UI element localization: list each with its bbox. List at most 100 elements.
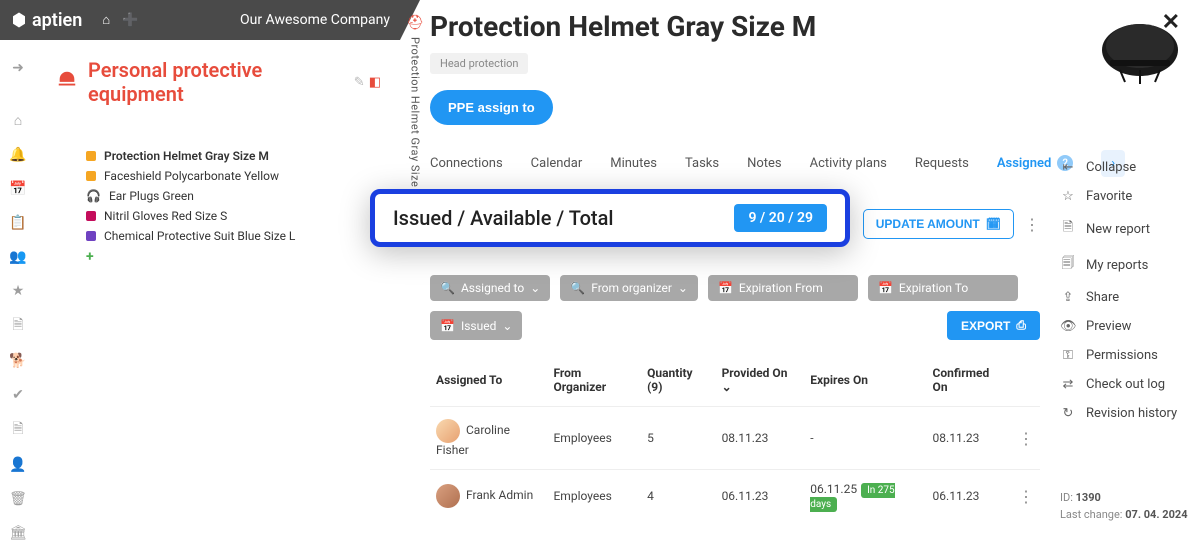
close-icon[interactable]: ✕ bbox=[1162, 10, 1180, 35]
left-panel-title: Personal protective equipment bbox=[88, 58, 344, 106]
stock-highlight: Issued / Available / Total 9 / 20 / 29 bbox=[370, 189, 850, 247]
action-revision-history[interactable]: ↻Revision history bbox=[1060, 406, 1190, 421]
filter-icon[interactable]: ◧ bbox=[369, 75, 381, 90]
calendar-icon: 📅 bbox=[878, 281, 893, 295]
pencil-icon[interactable]: ✎ bbox=[354, 75, 365, 90]
login-icon[interactable]: ➜ bbox=[9, 60, 27, 76]
tab-calendar[interactable]: Calendar bbox=[531, 150, 583, 177]
swatch-icon bbox=[86, 231, 96, 241]
col-expires[interactable]: Expires On bbox=[804, 358, 926, 407]
col-qty[interactable]: Quantity (9) bbox=[641, 358, 715, 407]
action-label: Collapse bbox=[1086, 160, 1136, 175]
col-provided-label: Provided On bbox=[722, 366, 788, 380]
col-assigned[interactable]: Assigned To bbox=[430, 358, 547, 407]
action-my-reports[interactable]: 🗐My reports bbox=[1060, 254, 1190, 276]
cell-from: Employees bbox=[547, 407, 641, 470]
ppe-list-item[interactable]: Protection Helmet Gray Size M bbox=[86, 146, 381, 166]
logo-icon bbox=[10, 11, 28, 29]
update-amount-label: UPDATE AMOUNT bbox=[876, 217, 980, 231]
trash-icon[interactable]: 🗑 bbox=[9, 491, 27, 507]
days-badge: In 275 days bbox=[810, 483, 894, 512]
check-icon[interactable]: ✔ bbox=[9, 387, 27, 403]
add-ppe-button[interactable]: + bbox=[86, 246, 381, 268]
action-share[interactable]: ⇪Share bbox=[1060, 290, 1190, 305]
export-button[interactable]: EXPORT ⎙ bbox=[947, 311, 1040, 340]
more-menu-icon[interactable]: ⋮ bbox=[1024, 215, 1040, 234]
plus-circle-icon[interactable]: ➕ bbox=[122, 13, 138, 28]
action-icon: ⚿ bbox=[1060, 348, 1076, 363]
filter-expiration-from[interactable]: 📅 Expiration From bbox=[708, 275, 858, 301]
action-icon: ↻ bbox=[1060, 406, 1076, 421]
cell-qty: 4 bbox=[641, 470, 715, 523]
cell-expires: - bbox=[804, 407, 926, 470]
doc2-icon[interactable]: 🗎 bbox=[9, 421, 27, 439]
left-rail: ➜ ⌂ 🔔 📅 📋 👥 ★ 🗎 🐕 ✔ 🗎 👤 🗑 🏛 bbox=[0, 40, 36, 531]
col-from[interactable]: From Organizer bbox=[547, 358, 641, 407]
home-icon[interactable]: ⌂ bbox=[9, 112, 27, 129]
action-check-out-log[interactable]: ⇄Check out log bbox=[1060, 377, 1190, 392]
tab-requests[interactable]: Requests bbox=[915, 150, 969, 177]
hardhat-icon bbox=[56, 69, 78, 95]
ppe-list-item[interactable]: Chemical Protective Suit Blue Size L bbox=[86, 226, 381, 246]
swatch-icon bbox=[86, 171, 96, 181]
cell-name: Frank Admin bbox=[466, 488, 533, 502]
filter-assigned-to[interactable]: 🔍 Assigned to ⌄ bbox=[430, 275, 550, 301]
people-icon[interactable]: 👥 bbox=[9, 249, 27, 265]
tab-activity-plans[interactable]: Activity plans bbox=[810, 150, 887, 177]
action-preview[interactable]: 👁Preview bbox=[1060, 319, 1190, 334]
bell-icon[interactable]: 🔔 bbox=[9, 147, 27, 163]
avatar bbox=[436, 419, 460, 443]
export-label: EXPORT bbox=[961, 319, 1010, 333]
home-icon[interactable]: ⌂ bbox=[102, 12, 110, 28]
clipboard-icon[interactable]: 📋 bbox=[9, 215, 27, 231]
action-label: My reports bbox=[1086, 258, 1148, 273]
tab-tasks[interactable]: Tasks bbox=[685, 150, 719, 177]
row-more-icon[interactable]: ⋮ bbox=[1018, 487, 1034, 506]
action-collapse[interactable]: ⇤Collapse bbox=[1060, 160, 1190, 175]
swatch-icon bbox=[86, 151, 96, 161]
ppe-list-item[interactable]: 🎧Ear Plugs Green bbox=[86, 186, 381, 206]
chevron-down-icon: ⌄ bbox=[722, 380, 732, 394]
chevron-down-icon: ⌄ bbox=[530, 281, 540, 295]
tab-assigned-label: Assigned bbox=[997, 156, 1051, 171]
category-tag[interactable]: Head protection bbox=[430, 53, 528, 74]
left-panel: Personal protective equipment ✎ ◧ Protec… bbox=[36, 40, 391, 278]
ppe-item-label: Chemical Protective Suit Blue Size L bbox=[104, 229, 295, 243]
animal-icon[interactable]: 🐕 bbox=[9, 353, 27, 369]
action-permissions[interactable]: ⚿Permissions bbox=[1060, 348, 1190, 363]
table-row[interactable]: Frank AdminEmployees406.11.2306.11.25In … bbox=[430, 470, 1040, 523]
logo[interactable]: aptien bbox=[10, 10, 82, 31]
table-row[interactable]: Caroline FisherEmployees508.11.23-08.11.… bbox=[430, 407, 1040, 470]
filter-exp-from-label: Expiration From bbox=[739, 281, 823, 295]
ppe-list-item[interactable]: Nitril Gloves Red Size S bbox=[86, 206, 381, 226]
ppe-item-label: Faceshield Polycarbonate Yellow bbox=[104, 169, 279, 183]
row-more-icon[interactable]: ⋮ bbox=[1018, 429, 1034, 448]
star-icon[interactable]: ★ bbox=[9, 283, 27, 299]
filter-from-organizer[interactable]: 🔍 From organizer ⌄ bbox=[560, 275, 698, 301]
ppe-list-item[interactable]: Faceshield Polycarbonate Yellow bbox=[86, 166, 381, 186]
avatar bbox=[436, 484, 460, 508]
col-provided[interactable]: Provided On ⌄ bbox=[716, 358, 805, 407]
tab-notes[interactable]: Notes bbox=[747, 150, 782, 177]
calendar-icon: 📅 bbox=[718, 281, 733, 295]
doc-icon[interactable]: 🗎 bbox=[9, 317, 27, 335]
building-icon[interactable]: 🏛 bbox=[9, 525, 27, 541]
tab-minutes[interactable]: Minutes bbox=[610, 150, 657, 177]
meta-id-label: ID: bbox=[1060, 491, 1073, 504]
topbar: aptien ⌂ ➕ Our Awesome Company bbox=[0, 0, 400, 40]
filter-issued[interactable]: 📅 Issued ⌄ bbox=[430, 311, 522, 340]
ppe-assign-button[interactable]: PPE assign to bbox=[430, 90, 553, 125]
filter-expiration-to[interactable]: 📅 Expiration To bbox=[868, 275, 1018, 301]
vertical-tab[interactable]: ⛑ Protection Helmet Gray Size M bbox=[400, 5, 430, 201]
action-favorite[interactable]: ☆Favorite bbox=[1060, 189, 1190, 204]
plus-icon[interactable]: + bbox=[86, 249, 94, 265]
calendar-icon[interactable]: 📅 bbox=[9, 181, 27, 197]
action-icon: 👁 bbox=[1060, 319, 1076, 334]
stock-highlight-value: 9 / 20 / 29 bbox=[734, 204, 827, 232]
tab-connections[interactable]: Connections bbox=[430, 150, 503, 177]
action-label: Check out log bbox=[1086, 377, 1165, 392]
update-amount-button[interactable]: UPDATE AMOUNT 🗓 bbox=[863, 209, 1014, 239]
col-confirmed[interactable]: Confirmed On bbox=[927, 358, 1012, 407]
person-icon[interactable]: 👤 bbox=[9, 457, 27, 473]
action-new-report[interactable]: 🗎New report bbox=[1060, 218, 1190, 240]
